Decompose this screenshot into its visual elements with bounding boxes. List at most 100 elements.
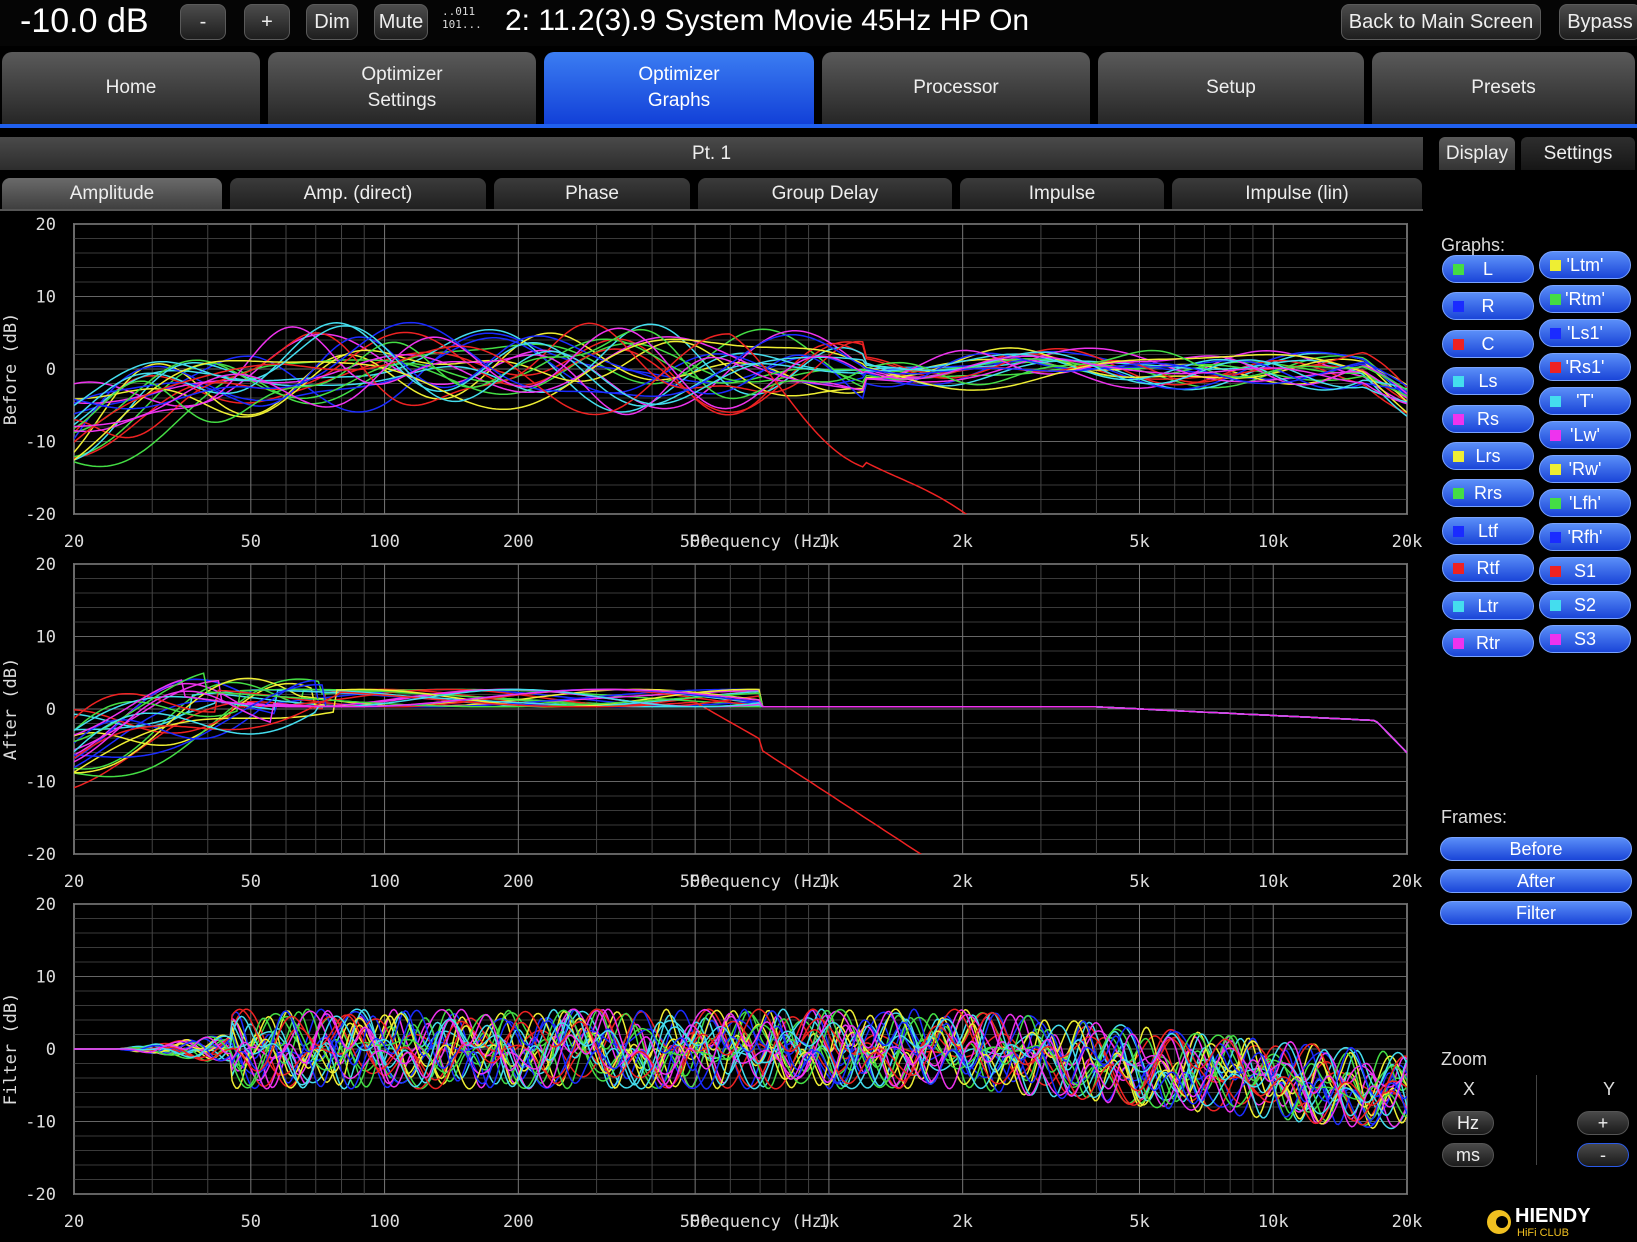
graph-area[interactable]: 20100-10-2020 50 100 200 500 1k 2k 5k 10k 20kFreq… <box>0 212 1425 1242</box>
tab-presets[interactable]: Presets <box>1372 52 1635 124</box>
channel-color-swatch <box>1550 600 1561 611</box>
back-to-main-button[interactable]: Back to Main Screen <box>1341 4 1541 40</box>
x-tick-label: 5k <box>1129 532 1149 552</box>
zoom-ms-button[interactable]: ms <box>1442 1143 1494 1167</box>
channel-color-swatch <box>1453 264 1464 275</box>
channel-color-swatch <box>1550 532 1561 543</box>
plot-after: 20100-10-2020 50 100 200 500 1k 2k 5k 10k 20kFreq… <box>1 555 1422 892</box>
main-tab-bar: Home Optimizer Settings Optimizer Graphs… <box>0 50 1637 127</box>
channel-label: L <box>1482 259 1493 279</box>
dim-button[interactable]: Dim <box>306 4 358 40</box>
channel-toggle-r1[interactable]: 'Rtm' <box>1539 285 1631 313</box>
zoom-hz-button[interactable]: Hz <box>1442 1111 1494 1135</box>
y-tick-label: 20 <box>36 895 56 915</box>
channel-color-swatch <box>1550 464 1561 475</box>
channel-toggle-r6[interactable]: 'Rw' <box>1539 455 1631 483</box>
channel-toggle-l10[interactable]: Rtr <box>1442 629 1534 657</box>
channel-toggle-r5[interactable]: 'Lw' <box>1539 421 1631 449</box>
volume-up-button[interactable]: + <box>244 4 290 40</box>
channel-toggle-r9[interactable]: S1 <box>1539 557 1631 585</box>
channel-toggle-r8[interactable]: 'Rfh' <box>1539 523 1631 551</box>
channel-label: 'Rw' <box>1568 459 1602 479</box>
side-panel: Display Settings Graphs: L R C Ls Rs Lrs Rrs Lt… <box>1433 135 1637 1242</box>
channel-toggle-l2[interactable]: C <box>1442 329 1534 358</box>
channel-label: 'T' <box>1576 391 1594 411</box>
x-tick-label: 50 <box>241 872 261 892</box>
tab-setup[interactable]: Setup <box>1098 52 1364 124</box>
channel-color-swatch <box>1550 396 1561 407</box>
channel-toggle-r0[interactable]: 'Ltm' <box>1539 251 1631 279</box>
channel-color-swatch <box>1453 563 1464 575</box>
y-tick-label: 0 <box>46 700 56 720</box>
channel-toggle-r2[interactable]: 'Ls1' <box>1539 319 1631 347</box>
channel-toggle-r11[interactable]: S3 <box>1539 625 1631 653</box>
channel-toggle-l9[interactable]: Ltr <box>1442 591 1534 620</box>
zoom-y-plus-button[interactable]: + <box>1577 1111 1629 1135</box>
channel-toggle-l3[interactable]: Ls <box>1442 367 1534 396</box>
channel-toggle-l4[interactable]: Rs <box>1442 404 1534 433</box>
channel-color-swatch <box>1550 328 1561 339</box>
graph-tab-amp-direct[interactable]: Amp. (direct) <box>230 178 486 210</box>
tab-optimizer-settings[interactable]: Optimizer Settings <box>268 52 536 124</box>
channel-toggle-l1[interactable]: R <box>1442 292 1534 321</box>
x-axis-label: Frequency (Hz) <box>689 872 832 892</box>
graph-tab-group-delay[interactable]: Group Delay <box>698 178 952 210</box>
x-tick-label: 20 <box>64 532 84 552</box>
side-tab-display[interactable]: Display <box>1439 137 1515 170</box>
graph-tab-impulse-lin[interactable]: Impulse (lin) <box>1172 178 1422 210</box>
channel-toggle-l6[interactable]: Rrs <box>1442 479 1534 508</box>
side-tab-settings[interactable]: Settings <box>1521 137 1635 170</box>
channel-color-swatch <box>1453 376 1464 388</box>
channel-toggle-l5[interactable]: Lrs <box>1442 442 1534 470</box>
channel-toggle-l0[interactable]: L <box>1442 255 1534 283</box>
channel-color-swatch <box>1453 338 1464 350</box>
frame-filter-button[interactable]: Filter <box>1440 901 1632 925</box>
channel-label: S1 <box>1573 561 1597 581</box>
channel-label: Ls <box>1478 371 1498 392</box>
channel-color-swatch <box>1550 294 1561 305</box>
y-tick-label: -10 <box>25 773 56 793</box>
channel-label: Lrs <box>1475 446 1501 466</box>
channel-toggle-r7[interactable]: 'Lfh' <box>1539 489 1631 517</box>
channel-toggle-r3[interactable]: 'Rs1' <box>1539 353 1631 381</box>
graph-tab-phase[interactable]: Phase <box>494 178 690 210</box>
channel-label: 'Lfh' <box>1569 493 1601 513</box>
channel-label: 'Rtm' <box>1565 289 1605 309</box>
x-tick-label: 10k <box>1258 1212 1289 1232</box>
plot-before: 20100-10-2020 50 100 200 500 1k 2k 5k 10k 20kFreq… <box>1 215 1422 552</box>
x-tick-label: 2k <box>952 532 972 552</box>
channel-toggle-l7[interactable]: Ltf <box>1442 516 1534 545</box>
channel-label: Rrs <box>1474 483 1502 504</box>
bypass-button[interactable]: Bypass <box>1559 4 1637 40</box>
zoom-y-minus-button[interactable]: - <box>1577 1143 1629 1167</box>
bitstream-line-2: 101... <box>442 18 482 31</box>
graph-tab-amplitude[interactable]: Amplitude <box>2 178 222 210</box>
graph-tab-impulse[interactable]: Impulse <box>960 178 1164 210</box>
channel-label: 'Ls1' <box>1567 323 1603 343</box>
channel-color-swatch <box>1453 638 1464 649</box>
channel-label: Rs <box>1477 408 1499 429</box>
tab-underline <box>0 124 1637 128</box>
tab-processor[interactable]: Processor <box>822 52 1090 124</box>
logo-tagline: HiFi CLUB <box>1517 1227 1569 1239</box>
current-preset-title: 2: 11.2(3).9 System Movie 45Hz HP On <box>505 4 1030 37</box>
volume-down-button[interactable]: - <box>180 4 226 40</box>
x-tick-label: 20k <box>1392 532 1423 552</box>
frame-after-button[interactable]: After <box>1440 869 1632 893</box>
frames-section-label: Frames: <box>1441 807 1508 827</box>
tab-optimizer-settings-label-2: Settings <box>367 90 437 111</box>
x-axis-label: Frequency (Hz) <box>689 532 832 552</box>
channel-toggle-r10[interactable]: S2 <box>1539 591 1631 619</box>
frame-before-button[interactable]: Before <box>1440 837 1632 861</box>
x-tick-label: 5k <box>1129 872 1149 892</box>
graphs-section-label: Graphs: <box>1441 235 1506 255</box>
channel-toggle-r4[interactable]: 'T' <box>1539 387 1631 415</box>
channel-label: C <box>1481 333 1495 354</box>
y-tick-label: 0 <box>46 1040 56 1060</box>
tab-home[interactable]: Home <box>2 52 260 124</box>
tab-optimizer-graphs[interactable]: Optimizer Graphs <box>544 52 814 124</box>
y-tick-label: 0 <box>46 360 56 380</box>
channel-toggle-l8[interactable]: Rtf <box>1442 554 1534 583</box>
mute-button[interactable]: Mute <box>374 4 428 40</box>
channel-label: Rtr <box>1476 633 1500 653</box>
